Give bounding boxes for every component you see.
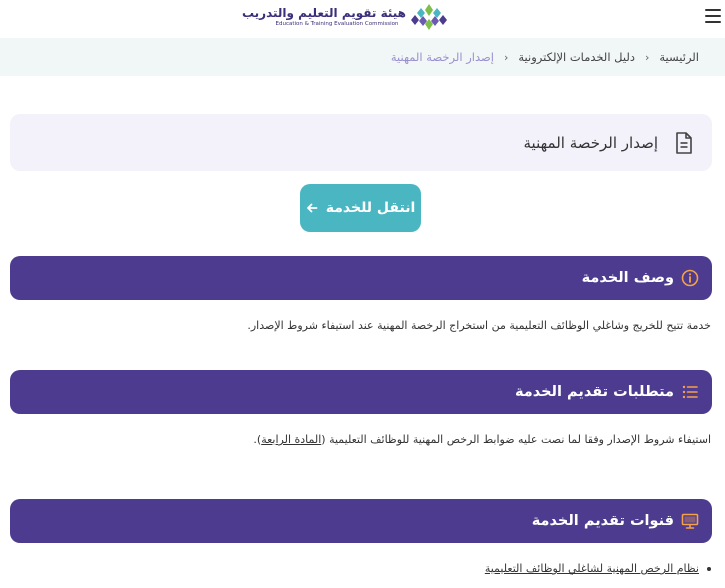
section-header-description: وصف الخدمة xyxy=(10,256,712,300)
section-title-channels: قنوات تقديم الخدمة xyxy=(531,513,674,529)
channels-list: نظام الرخص المهنية لشاغلي الوظائف التعلي… xyxy=(485,562,711,575)
breadcrumb-current: إصدار الرخصة المهنية xyxy=(390,50,494,64)
article-four-link[interactable]: المادة الرابعة xyxy=(261,433,321,446)
logo-mark-icon xyxy=(411,4,447,30)
top-bar: هيئة تقويم التعليم والتدريب Education & … xyxy=(0,0,725,38)
logo[interactable]: هيئة تقويم التعليم والتدريب Education & … xyxy=(241,2,450,32)
requirements-text-before: استيفاء شروط الإصدار وفقا لما نصت عليه ض… xyxy=(321,433,711,446)
breadcrumb: الرئيسية ‹ دليل الخدمات الإلكترونية ‹ إص… xyxy=(0,38,725,76)
requirements-text: استيفاء شروط الإصدار وفقا لما نصت عليه ض… xyxy=(253,433,711,446)
section-title-requirements: متطلبات تقديم الخدمة xyxy=(514,384,674,400)
section-title-description: وصف الخدمة xyxy=(581,270,674,286)
logo-english-name: Education & Training Evaluation Commissi… xyxy=(275,21,399,27)
go-to-service-label: انتقل للخدمة xyxy=(325,200,416,216)
professional-license-system-link[interactable]: نظام الرخص المهنية لشاغلي الوظائف التعلي… xyxy=(485,562,699,575)
section-header-channels: قنوات تقديم الخدمة xyxy=(10,499,712,543)
list-item: نظام الرخص المهنية لشاغلي الوظائف التعلي… xyxy=(485,562,711,575)
bullet-icon xyxy=(707,566,711,571)
breadcrumb-home[interactable]: الرئيسية xyxy=(659,50,699,64)
info-icon xyxy=(681,269,699,287)
document-icon xyxy=(676,132,692,154)
service-title-box: إصدار الرخصة المهنية xyxy=(10,114,712,171)
logo-arabic-name: هيئة تقويم التعليم والتدريب xyxy=(241,6,406,20)
arrow-left-icon xyxy=(306,203,318,213)
page-title: إصدار الرخصة المهنية xyxy=(523,133,658,152)
description-text: خدمة تتيح للخريج وشاغلي الوظائف التعليمي… xyxy=(247,319,711,332)
breadcrumb-separator: ‹ xyxy=(644,50,650,64)
section-header-requirements: متطلبات تقديم الخدمة xyxy=(10,370,712,414)
hamburger-icon[interactable] xyxy=(705,9,721,23)
breadcrumb-separator: ‹ xyxy=(503,50,509,64)
logo-text: هيئة تقويم التعليم والتدريب Education & … xyxy=(241,6,406,28)
monitor-icon xyxy=(681,513,699,529)
breadcrumb-services-guide[interactable]: دليل الخدمات الإلكترونية xyxy=(518,50,635,64)
go-to-service-button[interactable]: انتقل للخدمة xyxy=(300,184,421,232)
list-icon xyxy=(682,385,698,399)
